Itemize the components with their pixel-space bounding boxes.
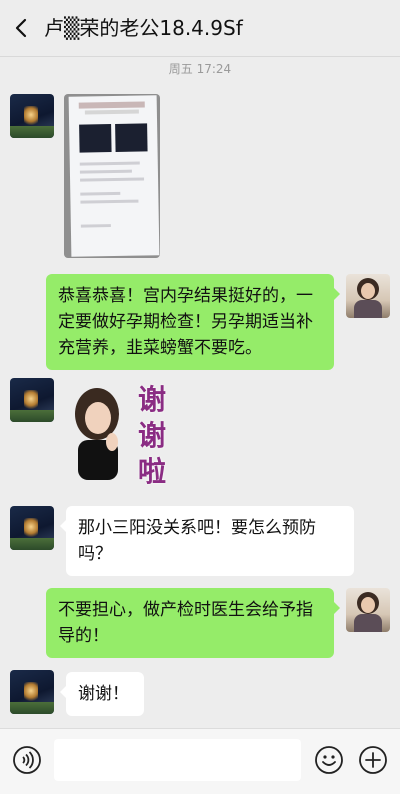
contact-avatar[interactable] — [10, 670, 54, 714]
sticker-char: 谢 — [138, 383, 167, 416]
sticker-char: 谢 — [138, 419, 167, 452]
message-list[interactable]: 周五 17:24 恭喜恭喜！宫内孕结果挺好的，一定要做好孕期检查！另孕期适当补充… — [0, 56, 400, 728]
chat-header: 卢▒荣的老公18.4.9Sf — [0, 0, 400, 57]
input-bar — [0, 728, 400, 794]
voice-icon[interactable] — [12, 745, 42, 775]
ultrasound-report-image — [68, 95, 160, 257]
chat-title: 卢▒荣的老公18.4.9Sf — [44, 16, 243, 40]
sticker-char: 啦 — [138, 455, 167, 488]
plus-icon[interactable] — [358, 745, 388, 775]
incoming-message[interactable]: 那小三阳没关系吧！要怎么预防吗？ — [60, 506, 354, 576]
image-message[interactable] — [64, 94, 160, 258]
contact-avatar[interactable] — [10, 378, 54, 422]
outgoing-message[interactable]: 不要担心，做产检时医生会给予指导的！ — [46, 588, 340, 658]
contact-avatar[interactable] — [10, 506, 54, 550]
woman-sticker-icon — [75, 388, 119, 480]
message-input[interactable] — [54, 739, 301, 781]
my-avatar[interactable] — [346, 274, 390, 318]
timestamp: 周五 17:24 — [168, 62, 232, 76]
emoji-icon[interactable] — [314, 745, 344, 775]
my-avatar[interactable] — [346, 588, 390, 632]
thanks-sticker[interactable]: 谢 谢 啦 — [64, 378, 174, 490]
incoming-message[interactable]: 谢谢！ — [60, 672, 144, 716]
outgoing-message[interactable]: 恭喜恭喜！宫内孕结果挺好的，一定要做好孕期检查！另孕期适当补充营养，韭菜螃蟹不要… — [46, 274, 340, 370]
back-arrow-icon[interactable] — [10, 16, 34, 40]
contact-avatar[interactable] — [10, 94, 54, 138]
